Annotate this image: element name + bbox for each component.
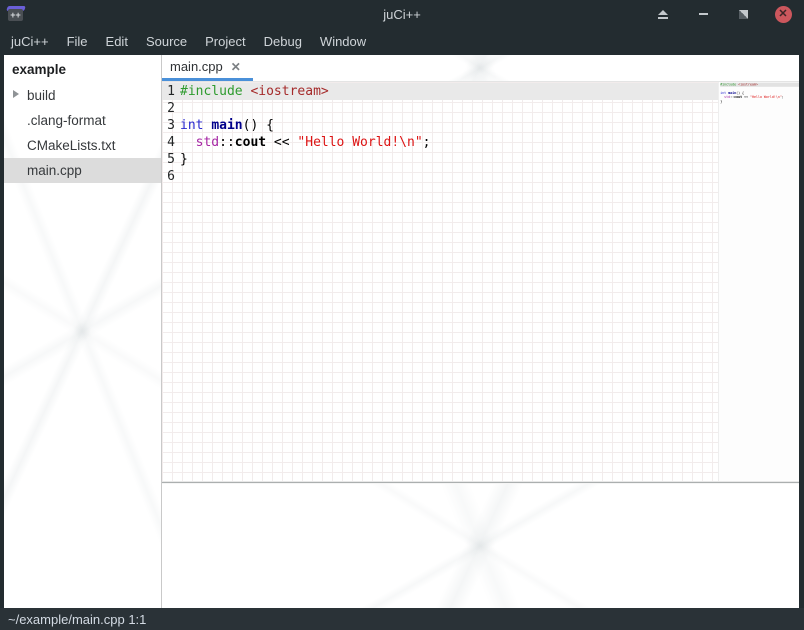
tree-item--clang-format[interactable]: .clang-format <box>4 108 161 133</box>
close-icon: ✕ <box>775 6 792 23</box>
minimap[interactable]: #include <iostream>int main() { std::cou… <box>718 82 799 481</box>
code-text <box>180 100 718 117</box>
code-line[interactable]: 4 std::cout << "Hello World!\n"; <box>162 134 718 151</box>
shade-button[interactable] <box>654 5 672 23</box>
code-text: #include <iostream> <box>720 83 758 87</box>
titlebar: ++ juCi++ ✕ <box>0 0 804 28</box>
line-number: 3 <box>162 117 175 134</box>
tree-item-CMakeLists-txt[interactable]: CMakeLists.txt <box>4 133 161 158</box>
line-number: 2 <box>162 100 175 117</box>
expander-icon[interactable] <box>13 90 19 98</box>
tree-root-folder[interactable]: example <box>4 58 161 83</box>
line-number: 6 <box>162 168 175 185</box>
window-controls: ✕ <box>654 5 804 23</box>
code-line[interactable]: 1 #include <iostream> <box>162 83 718 100</box>
main-column: main.cpp ✕ 1 #include <iostream> 23 int mai… <box>162 55 799 608</box>
line-number: 1 <box>162 83 175 100</box>
code-text: } <box>720 99 722 103</box>
menu-debug[interactable]: Debug <box>255 29 311 54</box>
tabbar: main.cpp ✕ <box>162 55 799 82</box>
output-panel <box>162 484 799 608</box>
tab-main-cpp[interactable]: main.cpp ✕ <box>162 55 253 81</box>
code-text <box>180 168 718 185</box>
menu-file[interactable]: File <box>58 29 97 54</box>
status-file-position: ~/example/main.cpp 1:1 <box>8 612 146 627</box>
window-body: example build .clang-format CMakeLists.txt… <box>0 55 804 608</box>
minimize-icon <box>699 13 708 15</box>
code-text: std::cout << "Hello World!\n"; <box>720 95 784 99</box>
code-text: } <box>180 151 718 168</box>
code-line[interactable]: 6 <box>162 168 718 185</box>
tree-items: build .clang-format CMakeLists.txt main.cpp <box>4 83 161 183</box>
minimize-button[interactable] <box>694 5 712 23</box>
tree-item-label: .clang-format <box>27 113 106 128</box>
tab-close-icon[interactable]: ✕ <box>231 61 241 73</box>
code-text: int main() { <box>180 117 718 134</box>
tree-item-main-cpp[interactable]: main.cpp <box>4 158 161 183</box>
editor: 1#include <iostream>23int main() {4 std:… <box>162 82 799 481</box>
statusbar: ~/example/main.cpp 1:1 <box>0 608 804 630</box>
tree-item-label: main.cpp <box>27 163 82 178</box>
line-number: 5 <box>162 151 175 168</box>
code-text: #include <iostream> <box>180 83 718 100</box>
tree-item-label: build <box>27 88 56 103</box>
menubar: juCi++FileEditSourceProjectDebugWindow <box>0 28 804 55</box>
minimap-content: #include <iostream>int main() { std::cou… <box>719 82 799 108</box>
code-line[interactable]: 5} <box>162 151 718 168</box>
code-text: std::cout << "Hello World!\n"; <box>180 134 718 151</box>
menu-source[interactable]: Source <box>137 29 196 54</box>
menu-project[interactable]: Project <box>196 29 254 54</box>
menu-edit[interactable]: Edit <box>97 29 137 54</box>
eject-icon <box>658 10 668 15</box>
menu-window[interactable]: Window <box>311 29 375 54</box>
menu-juci-[interactable]: juCi++ <box>2 29 58 54</box>
close-button[interactable]: ✕ <box>774 5 792 23</box>
file-tree-sidebar: example build .clang-format CMakeLists.txt… <box>4 55 162 608</box>
code-line[interactable]: 2 <box>162 100 718 117</box>
line-number: 4 <box>162 134 175 151</box>
code-line[interactable]: 3 int main() { <box>162 117 718 134</box>
tab-label: main.cpp <box>170 59 223 74</box>
maximize-icon <box>739 10 748 19</box>
code-area[interactable]: 1#include <iostream>23int main() {4 std:… <box>162 82 718 481</box>
maximize-button[interactable] <box>734 5 752 23</box>
tree-item-build[interactable]: build <box>4 83 161 108</box>
app-window: ++ juCi++ ✕ juCi++FileEditSourceProjectD… <box>0 0 804 630</box>
minimap-line <box>720 104 799 108</box>
tree-item-label: CMakeLists.txt <box>27 138 116 153</box>
